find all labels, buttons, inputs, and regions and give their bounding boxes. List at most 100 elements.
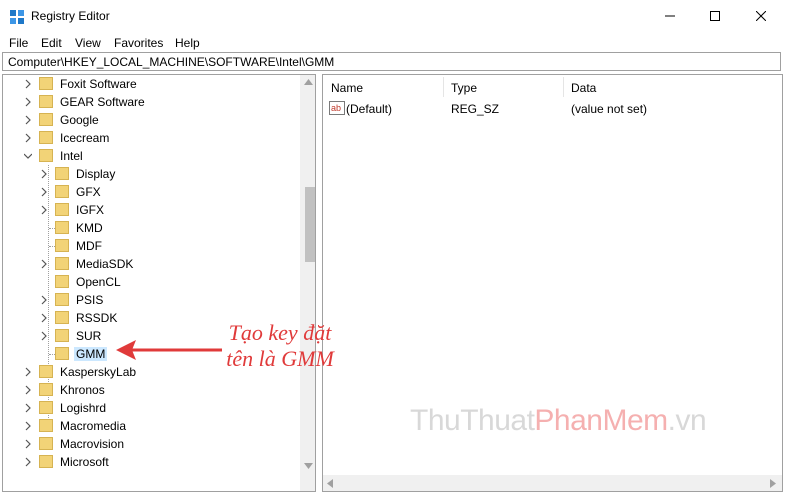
chevron-right-icon[interactable] xyxy=(40,259,48,269)
folder-icon xyxy=(55,203,69,216)
chevron-right-icon[interactable] xyxy=(24,133,32,143)
window-title: Registry Editor xyxy=(31,9,110,23)
tree-item[interactable]: OpenCL xyxy=(3,273,301,291)
tree-scrollbar[interactable] xyxy=(300,75,315,491)
column-header-data[interactable]: Data xyxy=(571,81,596,95)
menu-help[interactable]: Help xyxy=(175,36,200,50)
folder-icon xyxy=(55,275,69,288)
tree-item[interactable]: Google xyxy=(3,111,301,129)
tree-item[interactable]: Intel xyxy=(3,147,301,165)
tree-item[interactable]: GEAR Software xyxy=(3,93,301,111)
scroll-down-icon[interactable] xyxy=(304,463,313,469)
tree-item[interactable]: MediaSDK xyxy=(3,255,301,273)
tree-item[interactable]: Macrovision xyxy=(3,435,301,453)
chevron-right-icon[interactable] xyxy=(40,187,48,197)
tree-item[interactable]: Foxit Software xyxy=(3,75,301,93)
svg-text:ab: ab xyxy=(331,103,341,113)
tree-item[interactable]: Logishrd xyxy=(3,399,301,417)
tree-item-label: GEAR Software xyxy=(60,95,145,109)
value-data: (value not set) xyxy=(571,102,648,116)
chevron-right-icon[interactable] xyxy=(24,97,32,107)
chevron-right-icon[interactable] xyxy=(24,403,32,413)
tree-item[interactable]: Microsoft xyxy=(3,453,301,471)
tree-item[interactable]: MDF xyxy=(3,237,301,255)
watermark-logo: ThuThuatPhanMem.vn xyxy=(410,404,707,438)
tree-item[interactable]: GFX xyxy=(3,183,301,201)
folder-icon xyxy=(55,221,69,234)
tree-item-label: Macrovision xyxy=(60,437,125,451)
folder-icon xyxy=(39,113,53,126)
tree-item[interactable]: IGFX xyxy=(3,201,301,219)
chevron-right-icon[interactable] xyxy=(24,79,32,89)
registry-editor-icon[interactable] xyxy=(9,9,25,25)
close-button[interactable] xyxy=(738,0,784,32)
folder-icon xyxy=(55,185,69,198)
annotation-arrow-icon xyxy=(116,340,222,360)
tree-item[interactable]: Khronos xyxy=(3,381,301,399)
folder-icon xyxy=(39,401,53,414)
chevron-right-icon[interactable] xyxy=(40,295,48,305)
watermark-part-3: .vn xyxy=(667,404,707,437)
scroll-up-icon[interactable] xyxy=(304,79,313,85)
folder-icon xyxy=(55,311,69,324)
minimize-icon xyxy=(665,15,675,17)
column-header-type[interactable]: Type xyxy=(451,81,477,95)
menu-bar: File Edit View Favorites Help xyxy=(0,33,785,52)
tree-item[interactable]: Icecream xyxy=(3,129,301,147)
column-separator[interactable] xyxy=(563,77,564,97)
folder-icon xyxy=(55,347,69,360)
tree-item[interactable]: Macromedia xyxy=(3,417,301,435)
menu-favorites[interactable]: Favorites xyxy=(114,36,163,50)
tree-pane[interactable]: Foxit Software GEAR Software Google Icecrea… xyxy=(2,74,316,492)
value-type: REG_SZ xyxy=(451,102,500,116)
column-separator[interactable] xyxy=(443,77,444,97)
folder-icon xyxy=(39,95,53,108)
tree-item-label: Macromedia xyxy=(60,419,127,433)
annotation-line-2: tên là GMM xyxy=(226,346,334,371)
folder-icon xyxy=(55,239,69,252)
tree-item-label: Microsoft xyxy=(60,455,109,469)
tree-item[interactable]: KMD xyxy=(3,219,301,237)
chevron-right-icon[interactable] xyxy=(40,313,48,323)
column-header-name[interactable]: Name xyxy=(331,81,363,95)
tree-item-label: Google xyxy=(60,113,99,127)
tree-item[interactable]: Display xyxy=(3,165,301,183)
tree-item[interactable]: PSIS xyxy=(3,291,301,309)
address-bar[interactable]: Computer\HKEY_LOCAL_MACHINE\SOFTWARE\Int… xyxy=(2,52,781,71)
chevron-down-icon[interactable] xyxy=(24,151,32,161)
folder-icon xyxy=(39,131,53,144)
scroll-left-icon[interactable] xyxy=(327,479,333,488)
menu-edit[interactable]: Edit xyxy=(41,36,62,50)
value-name: (Default) xyxy=(346,102,393,116)
values-horizontal-scrollbar[interactable] xyxy=(323,475,782,491)
close-icon xyxy=(756,11,766,21)
menu-view[interactable]: View xyxy=(75,36,101,50)
folder-icon xyxy=(39,455,53,468)
watermark-part-1: ThuThuat xyxy=(410,404,535,437)
tree-item-label: IGFX xyxy=(76,203,105,217)
chevron-right-icon[interactable] xyxy=(24,439,32,449)
tree-item-label: Khronos xyxy=(60,383,105,397)
menu-file[interactable]: File xyxy=(9,36,28,50)
tree-item-label: Foxit Software xyxy=(60,77,137,91)
folder-icon xyxy=(39,149,53,162)
tree-item-label: MediaSDK xyxy=(76,257,134,271)
chevron-right-icon[interactable] xyxy=(40,169,48,179)
title-bar: Registry Editor xyxy=(0,0,785,33)
chevron-right-icon[interactable] xyxy=(24,385,32,395)
minimize-button[interactable] xyxy=(647,0,693,32)
chevron-right-icon[interactable] xyxy=(24,367,32,377)
chevron-right-icon[interactable] xyxy=(24,115,32,125)
chevron-right-icon[interactable] xyxy=(40,205,48,215)
maximize-button[interactable] xyxy=(692,0,738,32)
tree-item-label: RSSDK xyxy=(76,311,118,325)
tree-item-label: KMD xyxy=(76,221,103,235)
annotation-text: Tạo key đặt tên là GMM xyxy=(215,320,345,372)
tree-scrollbar-thumb[interactable] xyxy=(305,187,315,262)
folder-icon xyxy=(55,329,69,342)
chevron-right-icon[interactable] xyxy=(24,421,32,431)
folder-icon xyxy=(55,167,69,180)
scroll-right-icon[interactable] xyxy=(770,479,776,488)
chevron-right-icon[interactable] xyxy=(24,457,32,467)
chevron-right-icon[interactable] xyxy=(40,331,48,341)
